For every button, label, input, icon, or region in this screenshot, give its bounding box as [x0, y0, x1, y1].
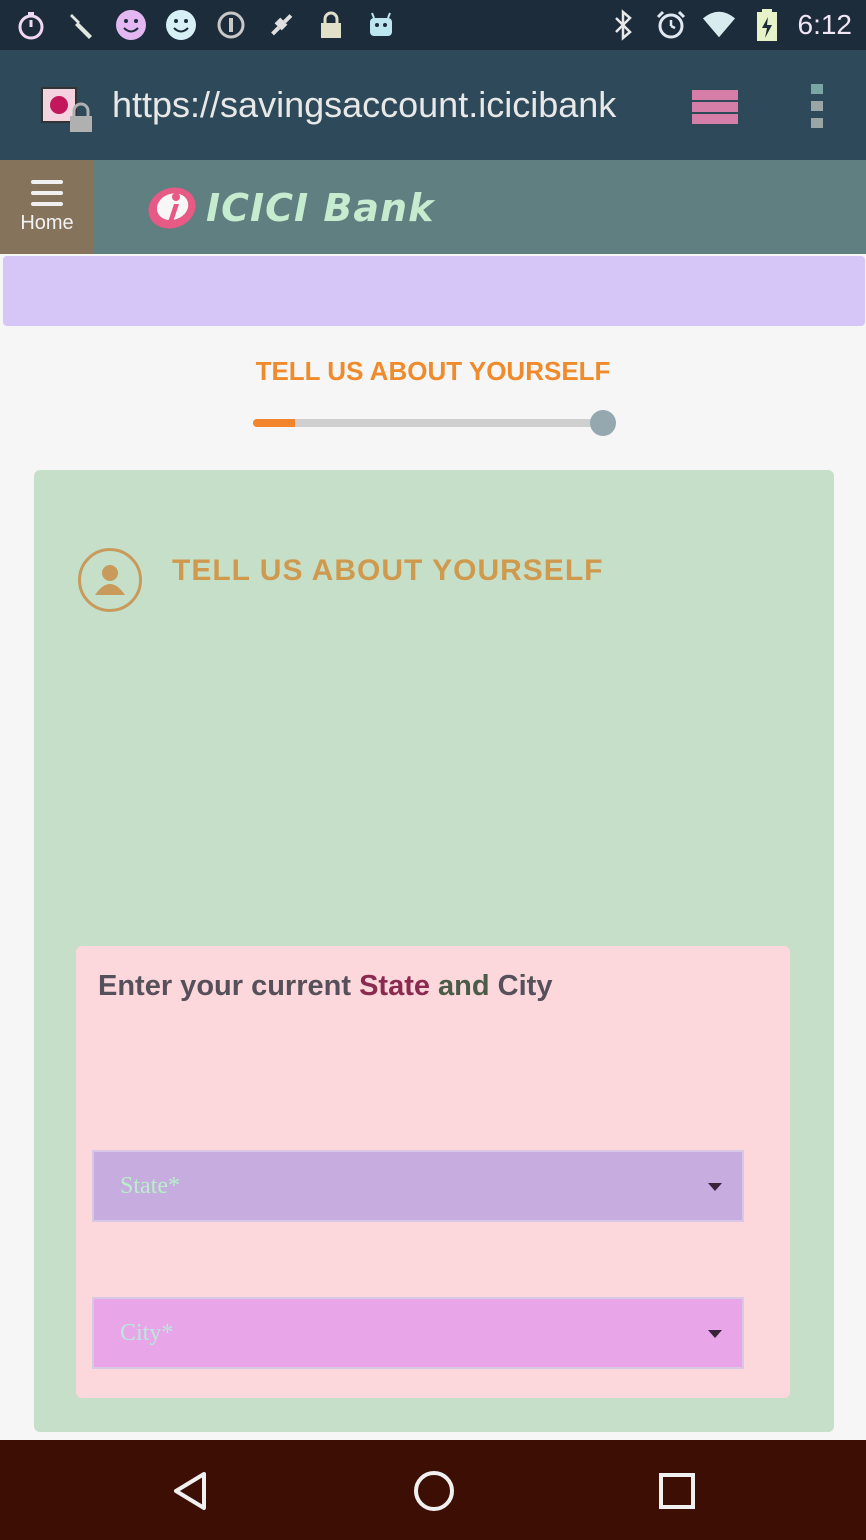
status-system-icons: 6:12	[606, 8, 853, 42]
question-city-word: City	[497, 970, 553, 1002]
tabs-switcher-icon[interactable]	[690, 86, 742, 128]
smiley-icon	[164, 8, 198, 42]
home-label: Home	[20, 211, 74, 234]
question-state-word: State	[359, 970, 430, 1002]
city-select[interactable]: City*	[92, 1297, 744, 1369]
card-title: TELL US ABOUT YOURSELF	[172, 554, 604, 587]
home-menu-button[interactable]: Home	[0, 160, 94, 254]
chevron-down-icon	[708, 1330, 722, 1338]
status-notification-icons	[14, 8, 398, 42]
android-icon	[364, 8, 398, 42]
step-progress-end-marker	[590, 410, 616, 436]
recents-square-icon[interactable]	[652, 1466, 702, 1516]
smiley-icon	[114, 8, 148, 42]
city-placeholder: City*	[120, 1319, 174, 1346]
icici-logo-mark-icon	[148, 187, 196, 229]
hamburger-icon	[31, 179, 63, 206]
state-placeholder: State*	[120, 1172, 180, 1199]
secure-site-icon[interactable]	[40, 86, 96, 136]
browser-url-bar: https://savingsaccount.icicibank	[0, 50, 866, 160]
system-navigation-bar	[0, 1440, 866, 1540]
location-form: Enter your current State and City State*…	[76, 946, 790, 1398]
about-yourself-card: TELL US ABOUT YOURSELF Enter your curren…	[34, 470, 834, 1432]
url-field[interactable]: https://savingsaccount.icicibank	[112, 80, 648, 130]
status-time: 6:12	[797, 9, 853, 40]
question-prefix: Enter your current	[98, 970, 360, 1002]
wifi-icon	[702, 8, 736, 42]
home-circle-icon[interactable]	[409, 1466, 459, 1516]
battery-charging-icon	[750, 8, 784, 42]
step-title: TELL US ABOUT YOURSELF	[255, 356, 611, 386]
question-and-word: and	[429, 970, 498, 1002]
back-icon[interactable]	[166, 1466, 216, 1516]
overflow-menu-icon[interactable]	[804, 82, 830, 130]
location-question: Enter your current State and City	[98, 970, 552, 1003]
alarm-icon	[654, 8, 688, 42]
icici-logo[interactable]: ICICI Bank	[146, 180, 434, 236]
info-icon	[214, 8, 248, 42]
satellite-icon	[264, 8, 298, 42]
bluetooth-icon	[606, 8, 640, 42]
stopwatch-icon	[14, 8, 48, 42]
app-header: Home ICICI Bank	[0, 160, 866, 254]
status-bar: 6:12	[0, 0, 866, 50]
lock-icon	[314, 8, 348, 42]
user-avatar-icon	[78, 548, 142, 612]
wrench-icon	[64, 8, 98, 42]
step-progress-fill	[253, 419, 295, 427]
chevron-down-icon	[708, 1183, 722, 1191]
state-select[interactable]: State*	[92, 1150, 744, 1222]
top-banner	[3, 256, 865, 326]
logo-text: ICICI Bank	[206, 186, 435, 230]
step-progress-bar	[253, 419, 603, 427]
